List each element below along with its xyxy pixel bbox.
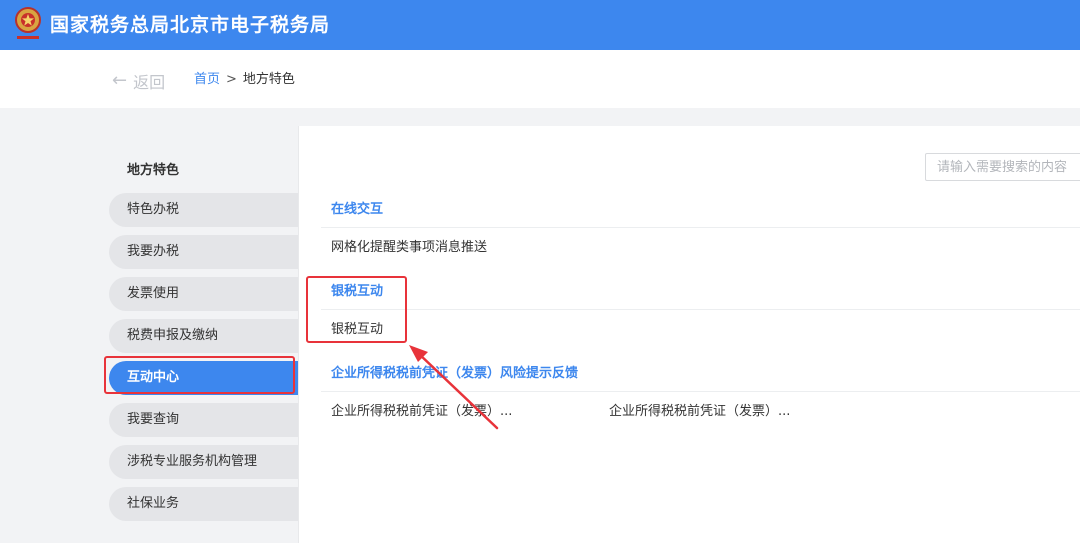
app-header: 国家税务总局北京市电子税务局	[0, 0, 1080, 50]
sidebar-item-social-security[interactable]: 社保业务	[109, 487, 298, 521]
sidebar-item-query[interactable]: 我要查询	[109, 403, 298, 437]
breadcrumb: 首页 > 地方特色	[194, 71, 295, 89]
section-title-invoice-risk: 企业所得税税前凭证（发票）风险提示反馈	[331, 366, 579, 381]
main-panel: 在线交互 网格化提醒类事项消息推送 银税互动 银税互动 企业所得税税前凭证（发票…	[298, 126, 1080, 543]
sidebar-item-agency-management[interactable]: 涉税专业服务机构管理	[109, 445, 298, 479]
divider	[321, 309, 1080, 310]
breadcrumb-bar: ← 返回 首页 > 地方特色	[0, 50, 1080, 108]
section-title-online-interaction: 在线交互	[331, 202, 384, 217]
divider	[321, 227, 1080, 228]
back-arrow-icon: ←	[112, 70, 128, 91]
app-title: 国家税务总局北京市电子税务局	[50, 14, 331, 36]
section-title-bank-tax: 银税互动	[331, 284, 384, 299]
sidebar-heading: 地方特色	[127, 163, 180, 178]
link-bank-tax-interaction[interactable]: 银税互动	[331, 321, 383, 339]
breadcrumb-current: 地方特色	[242, 72, 295, 87]
breadcrumb-home-link[interactable]: 首页	[194, 72, 220, 87]
sidebar-item-declaration[interactable]: 税费申报及缴纳	[109, 319, 298, 353]
link-grid-reminder-push[interactable]: 网格化提醒类事项消息推送	[331, 239, 487, 257]
divider	[321, 391, 1080, 392]
link-invoice-risk-1[interactable]: 企业所得税税前凭证（发票）...	[331, 403, 512, 421]
sidebar-item-special-tax[interactable]: 特色办税	[109, 193, 298, 227]
link-invoice-risk-2[interactable]: 企业所得税税前凭证（发票）...	[609, 403, 790, 421]
sidebar-item-interaction-center[interactable]: 互动中心	[109, 361, 298, 395]
tax-emblem-icon	[15, 7, 41, 39]
sidebar-item-do-tax[interactable]: 我要办税	[109, 235, 298, 269]
breadcrumb-separator: >	[226, 72, 237, 87]
back-label: 返回	[133, 73, 166, 92]
sidebar-item-invoice[interactable]: 发票使用	[109, 277, 298, 311]
search-input[interactable]	[925, 153, 1080, 181]
sidebar: 地方特色 特色办税 我要办税 发票使用 税费申报及缴纳 互动中心 我要查询 涉税…	[0, 126, 298, 543]
back-button[interactable]: ← 返回	[112, 69, 165, 93]
